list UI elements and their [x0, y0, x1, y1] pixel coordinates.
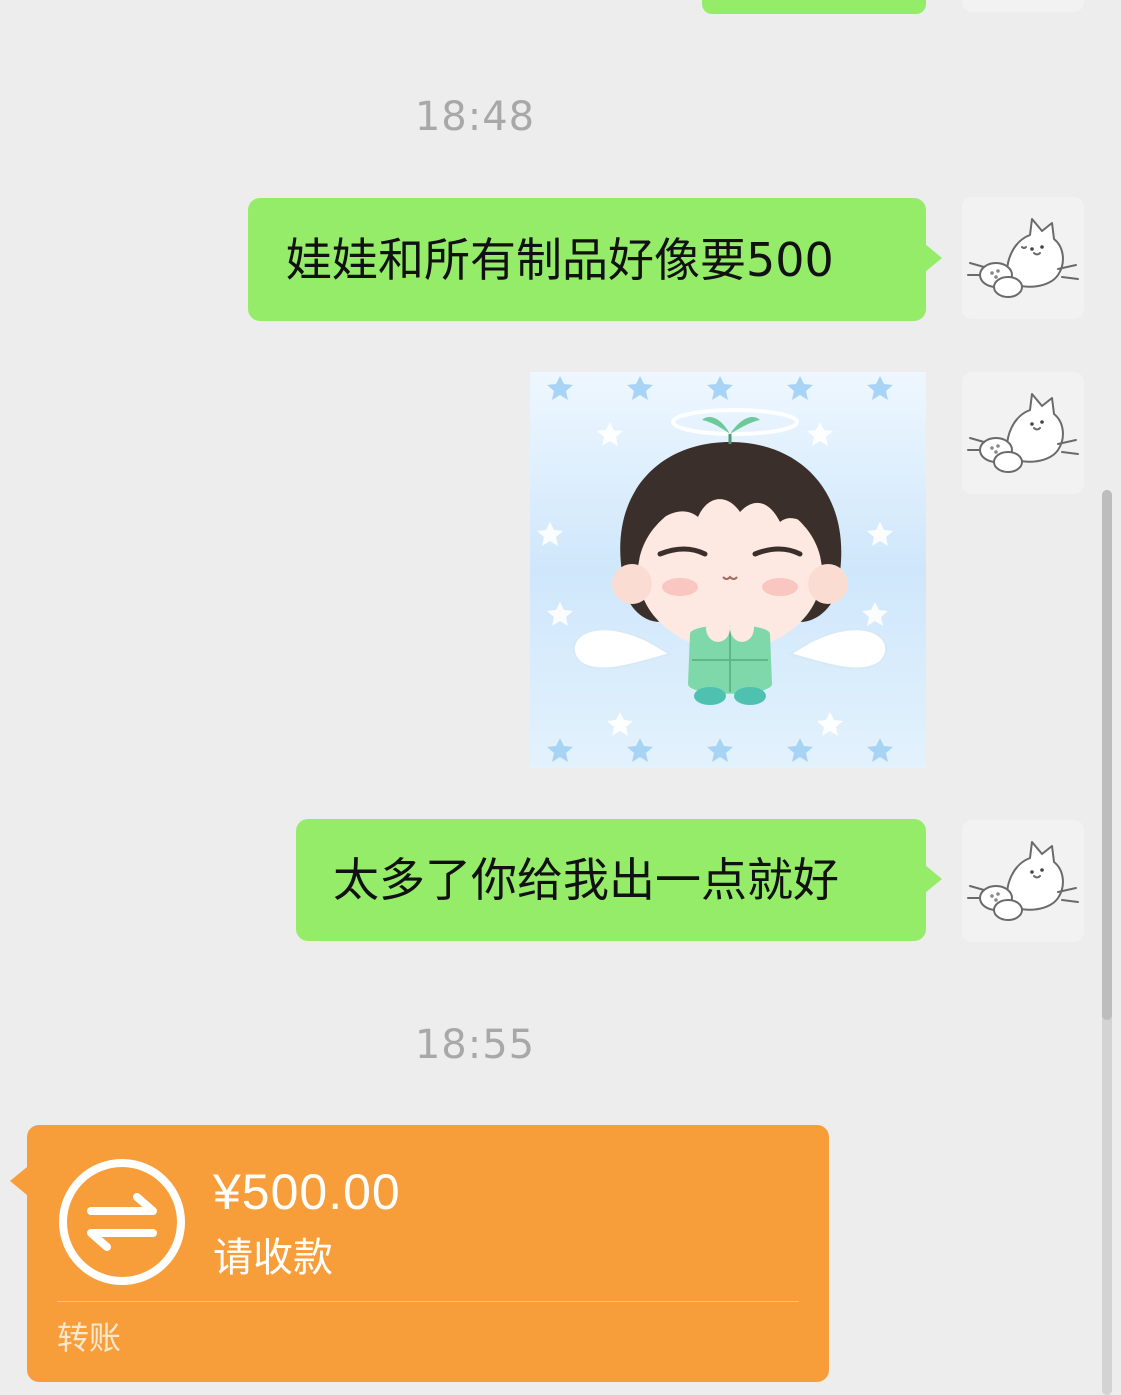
sketch-bunny-avatar-icon [967, 841, 1079, 921]
previous-message-avatar[interactable] [962, 0, 1084, 12]
message-bubble[interactable]: 娃娃和所有制品好像要500 [248, 198, 942, 321]
divider [57, 1301, 799, 1302]
transfer-arrows-icon [59, 1159, 185, 1285]
timestamp: 18:48 [414, 94, 536, 140]
angel-chibi-doll-sticker [530, 372, 926, 768]
sticker-image[interactable] [530, 372, 926, 768]
message-text: 娃娃和所有制品好像要500 [286, 232, 834, 287]
transfer-footer-label: 转账 [57, 1319, 122, 1357]
message-bubble[interactable]: 太多了你给我出一点就好 [296, 819, 942, 941]
user-avatar[interactable] [962, 820, 1084, 942]
scrollbar-thumb[interactable] [1102, 490, 1112, 1020]
sketch-bunny-avatar-icon [967, 218, 1079, 298]
user-avatar[interactable] [962, 197, 1084, 319]
sketch-bunny-avatar-icon [967, 393, 1079, 473]
user-avatar[interactable] [962, 372, 1084, 494]
message-text: 太多了你给我出一点就好 [333, 853, 839, 907]
transfer-note: 请收款 [213, 1235, 333, 1281]
previous-message-bubble[interactable] [702, 0, 926, 14]
transfer-card[interactable]: ¥500.00 请收款 转账 [10, 1125, 829, 1382]
timestamp: 18:55 [414, 1022, 536, 1068]
transfer-amount: ¥500.00 [213, 1164, 401, 1220]
